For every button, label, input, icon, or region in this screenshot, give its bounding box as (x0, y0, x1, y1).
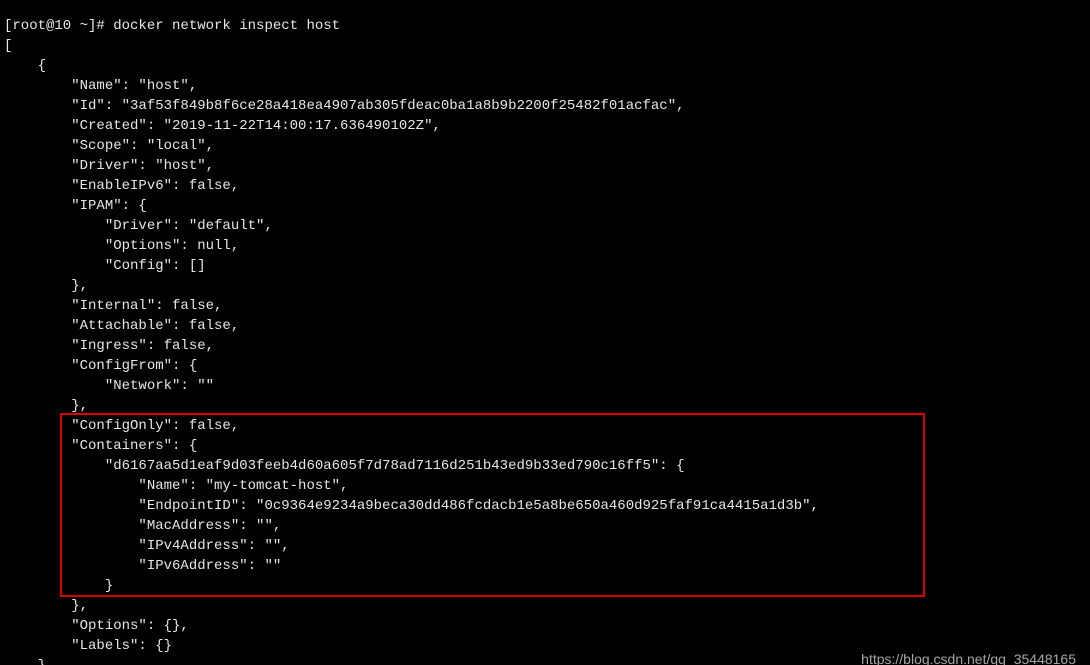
output-line: "ConfigFrom": { (4, 358, 197, 374)
output-line: }, (4, 598, 88, 614)
output-line: "Driver": "host", (4, 158, 214, 174)
output-line: "d6167aa5d1eaf9d03feeb4d60a605f7d78ad711… (4, 458, 685, 474)
output-line: } (4, 658, 46, 665)
output-line: "Id": "3af53f849b8f6ce28a418ea4907ab305f… (4, 98, 685, 114)
command-text: docker network inspect host (113, 18, 340, 34)
output-line: "IPv4Address": "", (4, 538, 290, 554)
output-line: "Scope": "local", (4, 138, 214, 154)
output-line: "Network": "" (4, 378, 214, 394)
output-line: "Config": [] (4, 258, 206, 274)
output-line: "IPv6Address": "" (4, 558, 281, 574)
output-line: { (4, 58, 46, 74)
output-line: "MacAddress": "", (4, 518, 281, 534)
output-line: "Created": "2019-11-22T14:00:17.63649010… (4, 118, 441, 134)
output-line: [ (4, 38, 12, 54)
output-line: "Ingress": false, (4, 338, 214, 354)
output-line: "Driver": "default", (4, 218, 273, 234)
output-line: "IPAM": { (4, 198, 147, 214)
output-line: "Name": "host", (4, 78, 197, 94)
output-line: }, (4, 278, 88, 294)
output-line: "ConfigOnly": false, (4, 418, 239, 434)
output-line: "EndpointID": "0c9364e9234a9beca30dd486f… (4, 498, 819, 514)
output-line: "Internal": false, (4, 298, 222, 314)
output-line: "Options": {}, (4, 618, 189, 634)
output-line: }, (4, 398, 88, 414)
output-line: "Attachable": false, (4, 318, 239, 334)
output-line: } (4, 578, 113, 594)
terminal-output[interactable]: [root@10 ~]# docker network inspect host… (0, 14, 1090, 665)
output-line: "EnableIPv6": false, (4, 178, 239, 194)
output-line: "Labels": {} (4, 638, 172, 654)
output-line: "Name": "my-tomcat-host", (4, 478, 348, 494)
output-line: "Containers": { (4, 438, 197, 454)
output-line: "Options": null, (4, 238, 239, 254)
shell-prompt: [root@10 ~]# (4, 18, 113, 34)
